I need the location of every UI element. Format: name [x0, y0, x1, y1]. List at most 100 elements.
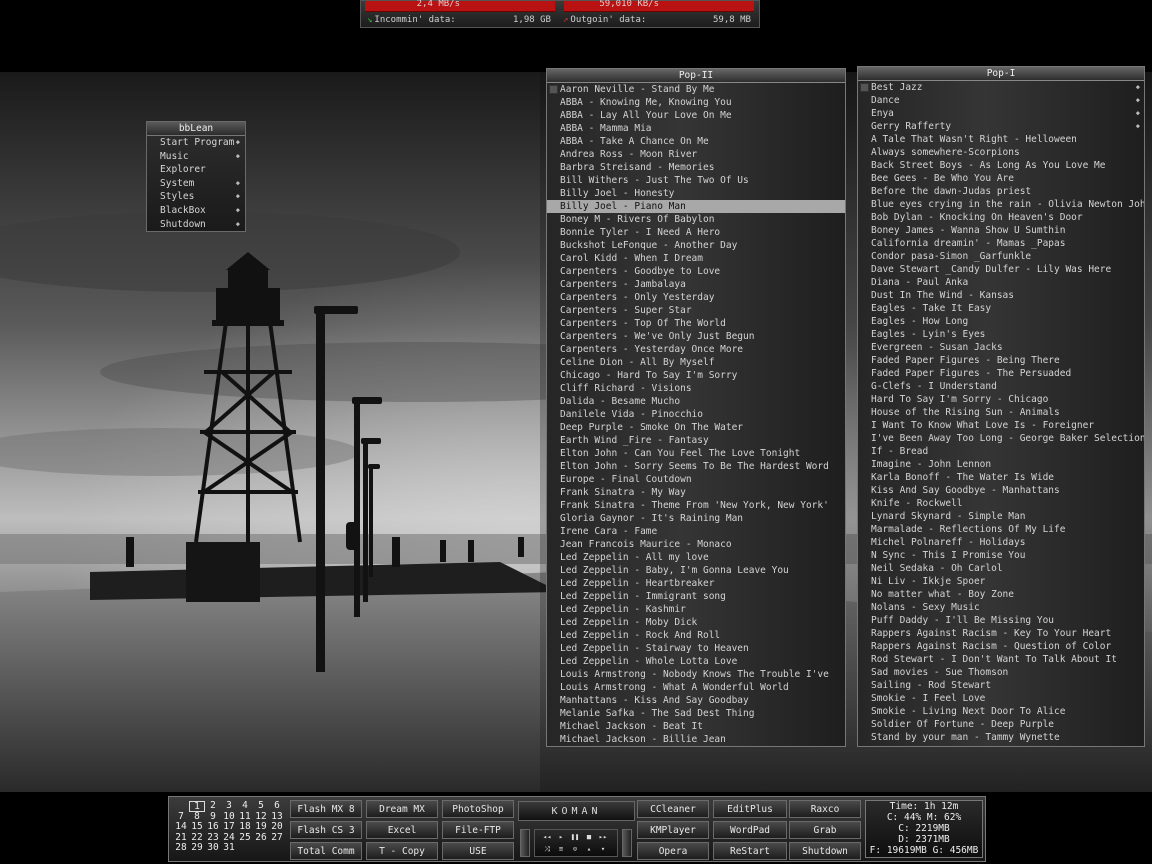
playlist-item[interactable]: California dreamin' - Mamas _Papas — [858, 237, 1144, 250]
playlist-item[interactable]: Carpenters - Top Of The World — [547, 317, 845, 330]
playlist-item[interactable]: Bee Gees - Be Who You Are — [858, 172, 1144, 185]
playlist-item[interactable]: Rod Stewart - I Don't Want To Talk About… — [858, 653, 1144, 666]
playlist-item[interactable]: Stand by your man - Tammy Wynette — [858, 731, 1144, 744]
playlist-item[interactable]: Carpenters - Super Star — [547, 304, 845, 317]
playlist-item[interactable]: Europe - Final Coutdown — [547, 473, 845, 486]
playlist-item[interactable]: Billy Joel - Honesty — [547, 187, 845, 200]
volume-down-icon[interactable]: ▾ — [597, 845, 609, 853]
playlist-item[interactable]: Billy Joel - Piano Man — [547, 200, 845, 213]
launch-opera-button[interactable]: Opera — [637, 842, 709, 860]
launch-use-button[interactable]: USE — [442, 842, 514, 860]
playlist-item[interactable]: Sad movies - Sue Thomson — [858, 666, 1144, 679]
playlist-item[interactable]: Diana - Paul Anka — [858, 276, 1144, 289]
calendar-day[interactable]: 30 — [205, 843, 221, 854]
playlist-item[interactable]: Eagles - Take It Easy — [858, 302, 1144, 315]
playlist-item[interactable]: No matter what - Boy Zone — [858, 588, 1144, 601]
calendar-day[interactable]: 29 — [189, 843, 205, 854]
playlist-item[interactable]: Puff Daddy - I'll Be Missing You — [858, 614, 1144, 627]
fast-forward-icon[interactable]: ▸▸ — [597, 833, 609, 841]
playlist-item[interactable]: Frank Sinatra - Theme From 'New York, Ne… — [547, 499, 845, 512]
menu-item-blackbox[interactable]: BlackBox ◆ — [147, 204, 245, 218]
volume-right-knob[interactable] — [622, 829, 632, 857]
launch-photoshop-button[interactable]: PhotoShop — [442, 800, 514, 818]
playlist-item[interactable]: Led Zeppelin - Heartbreaker — [547, 577, 845, 590]
playlist-item[interactable]: Back Street Boys - As Long As You Love M… — [858, 159, 1144, 172]
playlist-item[interactable]: Danilele Vida - Pinocchio — [547, 408, 845, 421]
playlist-item[interactable]: Knife - Rockwell — [858, 497, 1144, 510]
playlist-item[interactable]: Dust In The Wind - Kansas — [858, 289, 1144, 302]
playlist-item[interactable]: Nolans - Sexy Music — [858, 601, 1144, 614]
playlist-item[interactable]: Frank Sinatra - My Way — [547, 486, 845, 499]
playlist-item[interactable]: Louis Armstrong - What A Wonderful World — [547, 681, 845, 694]
playlist-item[interactable]: Led Zeppelin - All my love — [547, 551, 845, 564]
calendar-day[interactable]: 26 — [253, 832, 269, 844]
playlist-item[interactable]: Condor pasa-Simon _Garfunkle — [858, 250, 1144, 263]
playlist-item[interactable]: If - Bread — [858, 445, 1144, 458]
playlist-item[interactable]: Always somewhere-Scorpions — [858, 146, 1144, 159]
playlist-item[interactable]: Elton John - Can You Feel The Love Tonig… — [547, 447, 845, 460]
calendar-day[interactable]: 28 — [173, 843, 189, 854]
playlist-item[interactable]: Hard To Say I'm Sorry - Chicago — [858, 393, 1144, 406]
menu-item-styles[interactable]: Styles ◆ — [147, 190, 245, 204]
launch-dream-mx-button[interactable]: Dream MX — [366, 800, 438, 818]
playlist-item[interactable]: Carpenters - Goodbye to Love — [547, 265, 845, 278]
playlist-item[interactable]: Deep Purple - Smoke On The Water — [547, 421, 845, 434]
launch-raxco-button[interactable]: Raxco — [789, 800, 861, 818]
playlist-item[interactable]: Michael Jackson - Beat It — [547, 720, 845, 733]
playlist-item[interactable]: Bob Dylan - Knocking On Heaven's Door — [858, 211, 1144, 224]
playlist-item[interactable]: Aaron Neville - Stand By Me — [547, 83, 845, 96]
rewind-icon[interactable]: ◂◂ — [541, 833, 553, 841]
playlist-item[interactable]: Irene Cara - Fame — [547, 525, 845, 538]
playlist-item[interactable]: Led Zeppelin - Kashmir — [547, 603, 845, 616]
playlist-item[interactable]: Bill Withers - Just The Two Of Us — [547, 174, 845, 187]
playlist-item[interactable]: Smokie - Living Next Door To Alice — [858, 705, 1144, 718]
playlist-item[interactable]: Eagles - Lyin's Eyes — [858, 328, 1144, 341]
playlist-item[interactable]: Earth Wind _Fire - Fantasy — [547, 434, 845, 447]
playlist-item[interactable]: Before the dawn-Judas priest — [858, 185, 1144, 198]
launch-grab-button[interactable]: Grab — [789, 821, 861, 839]
play-icon[interactable]: ▸ — [555, 833, 567, 841]
playlist-item[interactable]: Andrea Ross - Moon River — [547, 148, 845, 161]
playlist-item[interactable]: N Sync - This I Promise You — [858, 549, 1144, 562]
calendar-day[interactable]: 6 — [269, 800, 285, 812]
playlist-item[interactable]: Michael Jackson - Billie Jean — [547, 733, 845, 746]
playlist-item[interactable]: Manhattans - Kiss And Say Goodbay — [547, 694, 845, 707]
playlist-item[interactable]: Led Zeppelin - Baby, I'm Gonna Leave You — [547, 564, 845, 577]
playlist-item[interactable]: ABBA - Take A Chance On Me — [547, 135, 845, 148]
playlist-item[interactable]: Rappers Against Racism - Question of Col… — [858, 640, 1144, 653]
launch-editplus-button[interactable]: EditPlus — [713, 800, 787, 818]
playlist-item[interactable]: Led Zeppelin - Rock And Roll — [547, 629, 845, 642]
shuffle-icon[interactable]: ⤨ — [541, 845, 553, 854]
playlist-item[interactable]: Led Zeppelin - Whole Lotta Love — [547, 655, 845, 668]
playlist-item[interactable]: Carpenters - Yesterday Once More — [547, 343, 845, 356]
playlist-item[interactable]: Jean Francois Maurice - Monaco — [547, 538, 845, 551]
playlist-item[interactable]: A Tale That Wasn't Right - Helloween — [858, 133, 1144, 146]
playlist-item[interactable]: I've Been Away Too Long - George Baker S… — [858, 432, 1144, 445]
calendar-day[interactable]: 31 — [221, 843, 237, 854]
playlist-item[interactable]: Carol Kidd - When I Dream — [547, 252, 845, 265]
playlist-item[interactable]: Smokie - I Feel Love — [858, 692, 1144, 705]
playlist-item[interactable]: Dalida - Besame Mucho — [547, 395, 845, 408]
playlist-item[interactable]: Carpenters - We've Only Just Begun — [547, 330, 845, 343]
playlist-item[interactable]: Gloria Gaynor - It's Raining Man — [547, 512, 845, 525]
launch-excel-button[interactable]: Excel — [366, 821, 438, 839]
playlist-item[interactable]: Led Zeppelin - Stairway to Heaven — [547, 642, 845, 655]
launch-t-copy-button[interactable]: T - Copy — [366, 842, 438, 860]
playlist-item[interactable]: Rappers Against Racism - Key To Your Hea… — [858, 627, 1144, 640]
menu-item-explorer[interactable]: Explorer — [147, 163, 245, 177]
menu-item-start-program[interactable]: Start Program ◆ — [147, 136, 245, 150]
playlist-item[interactable]: ABBA - Lay All Your Love On Me — [547, 109, 845, 122]
calendar-day[interactable]: 3 — [221, 800, 237, 812]
playlist-item[interactable]: Faded Paper Figures - The Persuaded — [858, 367, 1144, 380]
menu-item-shutdown[interactable]: Shutdown ◆ — [147, 218, 245, 232]
launch-flash-mx-8-button[interactable]: Flash MX 8 — [290, 800, 362, 818]
calendar-day[interactable]: 25 — [237, 832, 253, 844]
playlist-item[interactable]: Marmalade - Reflections Of My Life — [858, 523, 1144, 536]
playlist-folder[interactable]: Dance ◆ — [858, 94, 1144, 107]
playlist-item[interactable]: Dave Stewart _Candy Dulfer - Lily Was He… — [858, 263, 1144, 276]
playlist-item[interactable]: Led Zeppelin - Moby Dick — [547, 616, 845, 629]
volume-left-knob[interactable] — [520, 829, 530, 857]
playlist-item[interactable]: Kiss And Say Goodbye - Manhattans — [858, 484, 1144, 497]
stop-icon[interactable]: ■ — [583, 833, 595, 841]
playlist-item[interactable]: Led Zeppelin - Immigrant song — [547, 590, 845, 603]
